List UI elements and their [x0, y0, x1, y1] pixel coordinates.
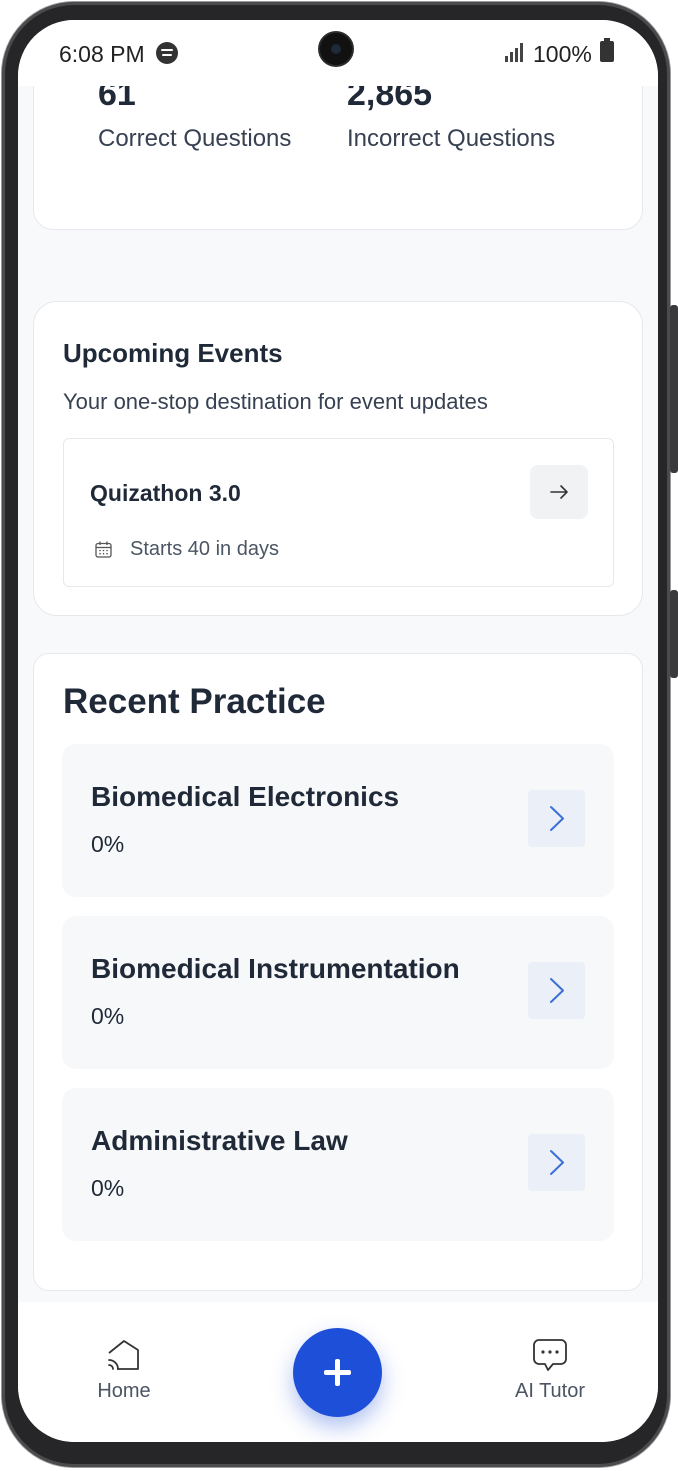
front-camera [320, 33, 352, 65]
bottom-nav: Home AI Tutor [18, 1302, 658, 1442]
practice-item-name: Biomedical Instrumentation [91, 953, 460, 984]
practice-open-button[interactable] [528, 962, 585, 1019]
chevron-right-icon [550, 1150, 564, 1175]
calendar-icon [95, 541, 112, 558]
chevron-right-icon [550, 806, 564, 831]
status-bar: 6:08 PM 100% [18, 20, 658, 86]
recent-practice-card: Recent Practice Biomedical Electronics 0… [33, 653, 643, 1291]
practice-item-progress: 0% [91, 1003, 125, 1029]
battery-percent: 100% [533, 41, 592, 67]
arrow-right-icon [550, 485, 568, 499]
event-item[interactable]: Quizathon 3.0 Starts 40 in days [63, 438, 614, 587]
events-title: Upcoming Events [63, 338, 283, 368]
practice-title: Recent Practice [63, 682, 326, 721]
practice-item[interactable]: Biomedical Electronics 0% [62, 744, 614, 897]
practice-item[interactable]: Administrative Law 0% [62, 1088, 614, 1241]
practice-open-button[interactable] [528, 790, 585, 847]
battery-icon [600, 38, 614, 62]
app-screen: 61 Correct Questions 2,865 Incorrect Que… [18, 20, 658, 1442]
home-icon [108, 1340, 139, 1370]
nav-home-label: Home [97, 1380, 151, 1402]
status-time: 6:08 PM [59, 41, 145, 67]
correct-label: Correct Questions [98, 125, 292, 152]
practice-item-name: Administrative Law [91, 1125, 348, 1156]
nav-ai-tutor[interactable]: AI Tutor [504, 1336, 596, 1403]
power-button [670, 590, 678, 678]
event-name: Quizathon 3.0 [90, 480, 241, 506]
event-open-button[interactable] [530, 465, 588, 519]
practice-item[interactable]: Biomedical Instrumentation 0% [62, 916, 614, 1069]
events-subtitle: Your one-stop destination for event upda… [63, 389, 488, 414]
nav-ai-tutor-label: AI Tutor [514, 1380, 586, 1402]
add-button[interactable] [293, 1328, 382, 1417]
spotify-icon [156, 42, 178, 64]
practice-open-button[interactable] [528, 1134, 585, 1191]
practice-item-progress: 0% [91, 831, 125, 857]
practice-item-progress: 0% [91, 1175, 125, 1201]
volume-button [670, 305, 678, 473]
chevron-right-icon [550, 978, 564, 1003]
event-start-text: Starts 40 in days [130, 538, 279, 560]
nav-home[interactable]: Home [78, 1336, 170, 1403]
upcoming-events-card: Upcoming Events Your one-stop destinatio… [33, 301, 643, 616]
signal-icon [505, 42, 525, 62]
incorrect-label: Incorrect Questions [347, 125, 556, 152]
chat-icon [533, 1339, 567, 1371]
practice-item-name: Biomedical Electronics [91, 781, 400, 812]
